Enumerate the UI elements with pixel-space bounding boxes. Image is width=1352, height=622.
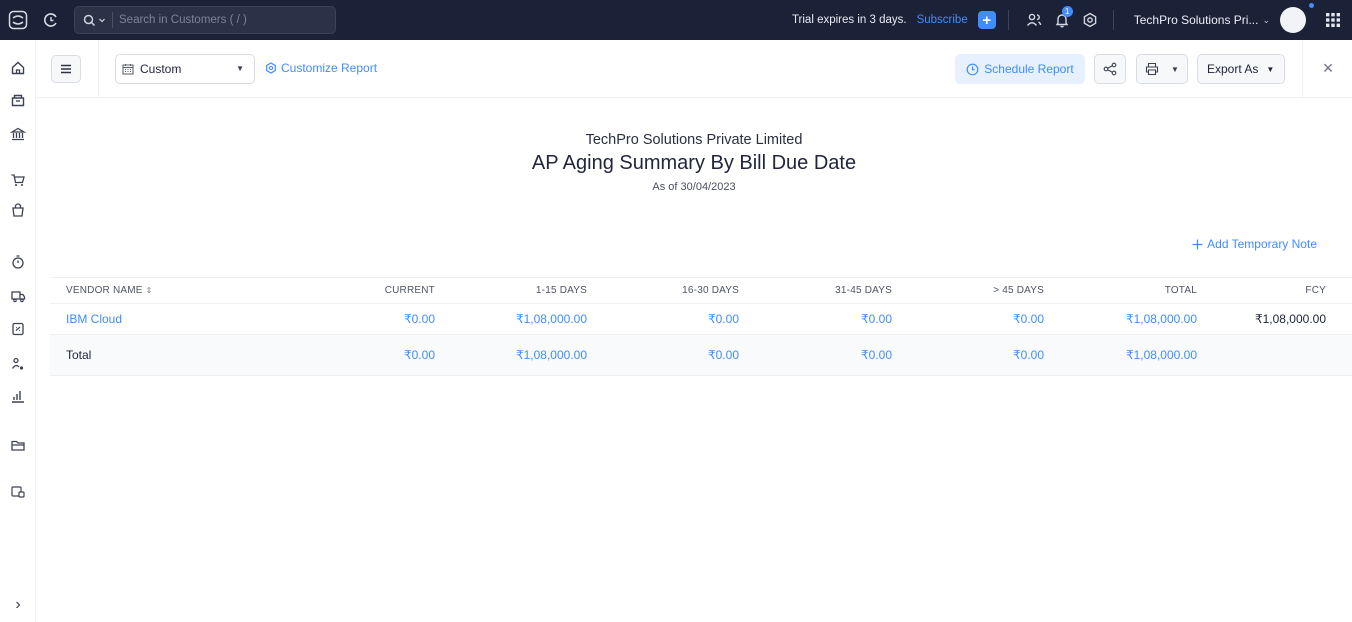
column-header-fcy: FCY xyxy=(1305,285,1326,296)
amount-total-link[interactable]: ₹1,08,000.00 xyxy=(1126,304,1197,334)
subscribe-link[interactable]: Subscribe xyxy=(917,14,968,26)
amount-current-link[interactable]: ₹0.00 xyxy=(404,304,435,334)
schedule-report-label: Schedule Report xyxy=(984,62,1074,76)
column-header-16-30-days: 16-30 DAYS xyxy=(682,285,739,296)
report-toolbar: Custom ▼ Customize Report Schedule Repor… xyxy=(36,40,1352,98)
total-amount-link[interactable]: ₹1,08,000.00 xyxy=(1126,335,1197,375)
eway-bill-icon[interactable] xyxy=(0,288,36,304)
caret-down-icon: ▼ xyxy=(1266,64,1275,74)
column-header-current: CURRENT xyxy=(384,285,435,296)
chevron-down-icon: ⌄ xyxy=(1262,14,1270,25)
app-grid-icon[interactable] xyxy=(1318,0,1348,40)
report-as-of-date: As of 30/04/2023 xyxy=(652,181,736,193)
report-header: TechPro Solutions Private Limited AP Agi… xyxy=(36,132,1352,193)
total-16-30-days-link[interactable]: ₹0.00 xyxy=(708,335,739,375)
time-tracking-icon[interactable] xyxy=(0,254,36,270)
gear-icon[interactable] xyxy=(1079,12,1101,28)
total-current-link[interactable]: ₹0.00 xyxy=(404,335,435,375)
clock-icon xyxy=(966,63,979,75)
print-button[interactable]: ▼ xyxy=(1136,54,1188,84)
amount-31-45-days-link[interactable]: ₹0.00 xyxy=(861,304,892,334)
status-dot xyxy=(1309,3,1314,8)
export-as-label: Export As xyxy=(1207,62,1259,76)
banking-icon[interactable] xyxy=(0,126,36,142)
sort-icon: ⇕ xyxy=(145,286,153,295)
top-bar: Trial expires in 3 days. Subscribe + 1 T… xyxy=(0,0,1352,40)
divider xyxy=(1007,10,1009,30)
add-temporary-note-label: Add Temporary Note xyxy=(1207,237,1317,251)
contacts-icon[interactable] xyxy=(0,356,36,372)
org-switcher-label: TechPro Solutions Pri... xyxy=(1133,13,1259,27)
table-total-row: Total ₹0.00 ₹1,08,000.00 ₹0.00 ₹0.00 ₹0.… xyxy=(50,335,1352,376)
org-switcher[interactable]: TechPro Solutions Pri... ⌄ xyxy=(1134,13,1270,27)
column-header-31-45-days: 31-45 DAYS xyxy=(835,285,892,296)
vendor-name-link[interactable]: IBM Cloud xyxy=(66,304,122,334)
amount-1-15-days-link[interactable]: ₹1,08,000.00 xyxy=(516,304,587,334)
page-title: AP Aging Summary By Bill Due Date xyxy=(531,152,857,174)
customize-report-link[interactable]: Customize Report xyxy=(265,61,377,75)
calendar-icon xyxy=(122,63,134,75)
table-row: IBM Cloud ₹0.00 ₹1,08,000.00 ₹0.00 ₹0.00… xyxy=(50,304,1352,335)
amount-fcy: ₹1,08,000.00 xyxy=(1254,312,1326,326)
amount-over-45-days-link[interactable]: ₹0.00 xyxy=(1013,304,1044,334)
documents-icon[interactable] xyxy=(0,437,36,453)
schedule-report-button[interactable]: Schedule Report xyxy=(955,54,1085,84)
column-header-total: TOTAL xyxy=(1164,285,1197,296)
bell-icon[interactable]: 1 xyxy=(1051,6,1073,28)
notification-count-badge: 1 xyxy=(1061,6,1073,17)
top-right-actions: Trial expires in 3 days. Subscribe + 1 T… xyxy=(792,0,1352,40)
column-header-1-15-days: 1-15 DAYS xyxy=(535,285,587,296)
close-icon[interactable]: × xyxy=(1318,58,1338,78)
hamburger-menu-icon[interactable] xyxy=(51,55,81,83)
total-over-45-days-link[interactable]: ₹0.00 xyxy=(1013,335,1044,375)
caret-down-icon: ▼ xyxy=(1171,64,1179,74)
recent-activity-icon[interactable] xyxy=(36,12,66,28)
plus-icon xyxy=(1192,239,1203,249)
accountant-icon[interactable] xyxy=(0,321,36,337)
column-header-vendor-name[interactable]: VENDOR NAME ⇕ xyxy=(66,278,153,303)
amount-16-30-days-link[interactable]: ₹0.00 xyxy=(708,304,739,334)
trial-text: Trial expires in 3 days. xyxy=(791,14,907,26)
export-as-button[interactable]: Export As ▼ xyxy=(1197,54,1285,84)
home-icon[interactable] xyxy=(0,60,36,76)
date-range-select[interactable]: Custom ▼ xyxy=(115,54,255,84)
date-range-value: Custom xyxy=(140,62,182,76)
caret-down-icon: ▼ xyxy=(236,64,244,73)
sales-icon[interactable] xyxy=(0,172,36,188)
add-temporary-note-link[interactable]: Add Temporary Note xyxy=(1192,237,1317,251)
settings-hex-icon xyxy=(266,62,276,74)
customize-report-label: Customize Report xyxy=(281,61,378,75)
printer-icon xyxy=(1145,62,1159,76)
people-icon[interactable] xyxy=(1023,12,1045,28)
table-header: VENDOR NAME ⇕ CURRENT 1-15 DAYS 16-30 DAY… xyxy=(50,277,1352,304)
divider xyxy=(1302,40,1303,98)
divider xyxy=(98,40,99,98)
left-sidebar: › xyxy=(0,40,36,622)
total-1-15-days-link[interactable]: ₹1,08,000.00 xyxy=(516,335,587,375)
app-logo-icon[interactable] xyxy=(0,0,36,40)
items-icon[interactable] xyxy=(0,92,36,108)
apps-icon[interactable] xyxy=(0,484,36,500)
column-header-over-45-days: > 45 DAYS xyxy=(993,285,1044,296)
reports-icon[interactable] xyxy=(0,388,36,404)
search-input[interactable] xyxy=(119,14,319,26)
avatar[interactable] xyxy=(1280,3,1314,33)
sidebar-expand-icon[interactable]: › xyxy=(0,596,36,614)
aging-summary-table: VENDOR NAME ⇕ CURRENT 1-15 DAYS 16-30 DAY… xyxy=(50,277,1352,376)
search-box[interactable] xyxy=(74,6,336,34)
total-label: Total xyxy=(66,348,92,362)
share-icon[interactable] xyxy=(1094,54,1126,84)
search-divider xyxy=(112,12,113,28)
report-org-name: TechPro Solutions Private Limited xyxy=(585,132,803,148)
quick-create-plus-icon[interactable]: + xyxy=(977,11,996,29)
search-icon[interactable] xyxy=(83,14,106,27)
total-31-45-days-link[interactable]: ₹0.00 xyxy=(861,335,892,375)
purchases-icon[interactable] xyxy=(0,202,36,218)
divider xyxy=(1112,10,1114,30)
